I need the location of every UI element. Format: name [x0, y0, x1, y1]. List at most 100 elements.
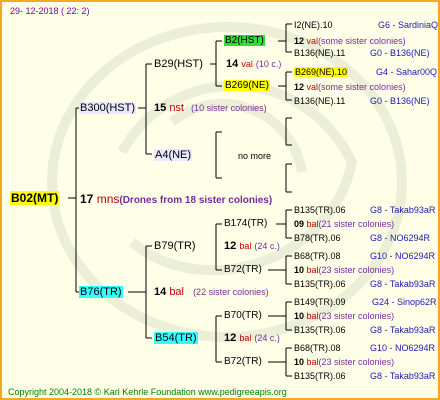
gen3-count-3: 09: [294, 219, 305, 229]
gen2-mating-info-3: 12 bal (24 c.): [224, 240, 280, 252]
gen4-name-8: B135(TR).06: [294, 279, 346, 289]
gen2-unit-4: bal: [239, 333, 252, 343]
gen2-note-3: (24 c.): [254, 241, 280, 251]
gen2-unit-3: bal: [239, 241, 252, 251]
gen2-note-1: (10 c.): [255, 59, 282, 69]
gen4-info-10: G8 - Takab93aR: [370, 325, 436, 335]
report-date: 29- 12-2018 ( 22: 2): [10, 6, 90, 16]
gen3-node-1[interactable]: B2(HST): [224, 35, 265, 47]
root-unit: mns: [96, 192, 120, 206]
gen4-name-7: B68(TR).08: [294, 251, 341, 261]
gen3-mating-info-2: 12 val(some sister colonies): [294, 81, 406, 93]
gen4-node-6[interactable]: B78(TR).06: [294, 232, 341, 244]
gen3-name-2: B269(NE): [224, 80, 270, 91]
gen3-count-1: 12: [294, 36, 305, 46]
gen4-info-5: G8 - Takab93aR: [370, 205, 436, 215]
gen2-name-2: A4(NE): [154, 149, 193, 161]
gen3-count-6: 10: [294, 357, 305, 367]
gen4-info-3: G4 - Sahar00Q: [376, 67, 438, 77]
gen2-count-1: 14: [226, 58, 239, 70]
gen3-count-4: 10: [294, 265, 305, 275]
gen4-info-8: G8 - Takab93aR: [370, 279, 436, 289]
gen1-unit-2: bal: [169, 286, 184, 298]
gen2-unit-1: val: [241, 59, 253, 69]
gen4-node-11[interactable]: B68(TR).08: [294, 342, 341, 354]
root-name: B02(MT): [10, 191, 60, 205]
gen3-note-3: (21 sister colonies): [318, 219, 395, 229]
gen1-node-1[interactable]: B300(HST): [79, 102, 137, 114]
gen2-node-1[interactable]: B29(HST): [154, 58, 203, 70]
gen1-unit-1: nst: [169, 102, 184, 114]
gen4-node-8[interactable]: B135(TR).06: [294, 278, 346, 290]
gen3-node-6[interactable]: B72(TR): [224, 356, 262, 368]
gen3-mating-info-1: 12 val(some sister colonies): [294, 35, 406, 47]
gen4-name-5: B135(TR).06: [294, 205, 346, 215]
gen3-unit-2: val: [306, 82, 319, 92]
gen3-mating-info-4: 10 bal(23 sister colonies): [294, 264, 394, 276]
gen3-unit-1: val: [306, 36, 319, 46]
gen4-info-4: G0 - B136(NE): [370, 96, 430, 106]
gen1-name-2: B76(TR): [79, 286, 123, 298]
gen3-note-4: (23 sister colonies): [318, 265, 395, 275]
gen3-note-5: (23 sister colonies): [318, 311, 395, 321]
gen1-mating-info-2: 14 bal (22 sister colonies): [154, 286, 269, 298]
gen1-note-1: (10 sister colonies): [191, 103, 267, 113]
gen3-unit-6: bal: [306, 357, 319, 367]
gen2-count-3: 12: [224, 240, 237, 252]
gen1-count-2: 14: [154, 286, 167, 298]
root-node[interactable]: B02(MT): [10, 191, 60, 205]
gen4-name-1: I2(NE).10: [294, 20, 333, 30]
gen3-count-2: 12: [294, 82, 305, 92]
gen3-node-2[interactable]: B269(NE): [224, 80, 270, 92]
gen4-name-10: B135(TR).06: [294, 325, 346, 335]
gen4-info-1: G6 - SardiniaQ: [378, 20, 439, 30]
gen4-info-7: G10 - NO6294R: [370, 251, 436, 261]
gen4-node-10[interactable]: B135(TR).06: [294, 324, 346, 336]
gen3-name-1: B2(HST): [224, 35, 265, 46]
gen2-name-4: B54(TR): [154, 332, 198, 344]
gen4-node-1[interactable]: I2(NE).10: [294, 19, 333, 31]
gen4-name-11: B68(TR).08: [294, 343, 341, 353]
gen4-node-3[interactable]: B269(NE).10: [294, 66, 349, 78]
gen4-node-7[interactable]: B68(TR).08: [294, 250, 341, 262]
gen1-name-1: B300(HST): [79, 102, 137, 114]
gen4-name-9: B149(TR).09: [294, 297, 346, 307]
gen2-note-4: (24 c.): [254, 333, 280, 343]
gen2-mating-info-1: 14 val (10 c.): [226, 58, 281, 70]
gen3-mating-info-6: 10 bal(23 sister colonies): [294, 356, 394, 368]
gen4-info-6: G8 - NO6294R: [370, 233, 431, 243]
gen4-info-9: G24 - Sinop62R: [372, 297, 437, 307]
copyright-footer: Copyright 2004-2018 © Karl Kehrle Founda…: [8, 387, 287, 397]
gen3-unit-4: bal: [306, 265, 319, 275]
gen3-node-3[interactable]: B174(TR): [224, 218, 267, 230]
gen1-count-1: 15: [154, 102, 167, 114]
gen4-name-6: B78(TR).06: [294, 233, 341, 243]
gen4-node-2[interactable]: B136(NE).11: [294, 47, 345, 59]
gen4-info-12: G8 - Takab93aR: [370, 371, 436, 381]
gen2-node-2[interactable]: A4(NE): [154, 149, 193, 161]
gen2-node-3[interactable]: B79(TR): [154, 240, 196, 252]
gen4-name-3: B269(NE).10: [294, 67, 349, 77]
gen4-node-5[interactable]: B135(TR).06: [294, 204, 346, 216]
gen3-note-6: (23 sister colonies): [318, 357, 395, 367]
gen3-unit-5: bal: [306, 311, 319, 321]
gen3-node-5[interactable]: B70(TR): [224, 310, 262, 322]
pedigree-chart: 29- 12-2018 ( 22: 2) B02(MT) 17 mns(Dron…: [0, 0, 440, 400]
gen4-node-4[interactable]: B136(NE).11: [294, 95, 345, 107]
gen4-node-12[interactable]: B135(TR).06: [294, 370, 346, 382]
gen2-note-2: no more: [238, 151, 272, 161]
gen1-node-2[interactable]: B76(TR): [79, 286, 123, 298]
gen3-note-2: (some sister colonies): [318, 82, 406, 92]
gen2-node-4[interactable]: B54(TR): [154, 332, 198, 344]
gen3-node-4[interactable]: B72(TR): [224, 264, 262, 276]
gen3-note-1: (some sister colonies): [318, 36, 406, 46]
gen3-count-5: 10: [294, 311, 305, 321]
gen4-info-2: G0 - B136(NE): [370, 48, 430, 58]
gen4-name-12: B135(TR).06: [294, 371, 346, 381]
root-mating-info: 17 mns(Drones from 18 sister colonies): [80, 193, 272, 207]
gen4-info-11: G10 - NO6294R: [370, 343, 436, 353]
gen1-note-2: (22 sister colonies): [193, 287, 269, 297]
gen4-node-9[interactable]: B149(TR).09: [294, 296, 346, 308]
gen2-mating-info-4: 12 bal (24 c.): [224, 332, 280, 344]
gen4-name-2: B136(NE).11: [294, 48, 346, 58]
